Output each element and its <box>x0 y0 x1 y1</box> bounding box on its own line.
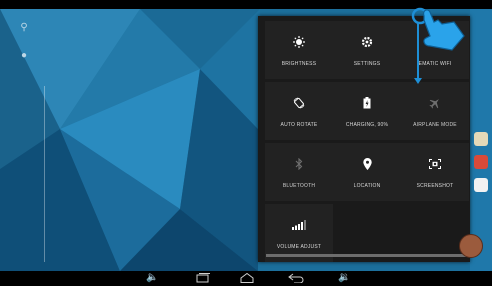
volume-up-icon[interactable]: 🔉 <box>338 273 350 283</box>
tile-charging[interactable]: CHARGING, 90% <box>333 82 401 140</box>
tile-screenshot[interactable]: SCREENSHOT <box>401 143 469 201</box>
recent-apps-icon[interactable] <box>196 273 210 286</box>
tile-label: VOLUME ADJUST <box>276 244 322 250</box>
home-icon[interactable] <box>240 272 254 286</box>
search-bar[interactable]: ⚲ ● <box>14 22 34 78</box>
home-screen-icons <box>470 132 492 201</box>
volume-down-icon[interactable]: 🔈 <box>146 273 158 283</box>
navigation-bar: 🔈 🔉 <box>0 271 492 286</box>
tile-label: LOCATION <box>353 183 381 189</box>
rotate-icon <box>265 96 333 110</box>
search-icon[interactable]: ⚲ <box>14 22 34 33</box>
microphone-icon[interactable]: ● <box>14 50 34 61</box>
gear-icon <box>333 35 401 49</box>
tile-label: SCREENSHOT <box>416 183 454 189</box>
pointing-hand-icon <box>408 6 466 58</box>
tile-label: EMATIC WIFI <box>418 61 452 67</box>
avatar[interactable] <box>459 234 483 258</box>
location-icon <box>333 157 401 171</box>
tile-label: SETTINGS <box>353 61 381 67</box>
tile-label: AIRPLANE MODE <box>413 122 457 128</box>
panel-handle-bar[interactable] <box>266 254 466 257</box>
volume-bars-icon <box>265 218 333 232</box>
battery-charging-icon <box>333 96 401 110</box>
tile-brightness[interactable]: BRIGHTNESS <box>265 21 333 79</box>
tile-label: BRIGHTNESS <box>281 61 317 67</box>
brightness-icon <box>265 35 333 49</box>
tile-bluetooth[interactable]: BLUETOOTH <box>265 143 333 201</box>
tile-airplane-mode[interactable]: AIRPLANE MODE <box>401 82 469 140</box>
tile-auto-rotate[interactable]: AUTO ROTATE <box>265 82 333 140</box>
app-icon[interactable] <box>474 155 488 169</box>
app-icon[interactable] <box>474 178 488 192</box>
tile-location[interactable]: LOCATION <box>333 143 401 201</box>
tile-label: AUTO ROTATE <box>280 122 318 128</box>
tile-label: CHARGING, 90% <box>345 122 389 128</box>
airplane-icon <box>401 96 469 110</box>
vertical-divider <box>44 86 45 262</box>
bluetooth-icon <box>265 157 333 171</box>
app-icon[interactable] <box>474 132 488 146</box>
tile-settings[interactable]: SETTINGS <box>333 21 401 79</box>
screenshot-icon <box>401 157 469 171</box>
back-icon[interactable] <box>288 273 304 286</box>
tile-label: BLUETOOTH <box>282 183 316 189</box>
